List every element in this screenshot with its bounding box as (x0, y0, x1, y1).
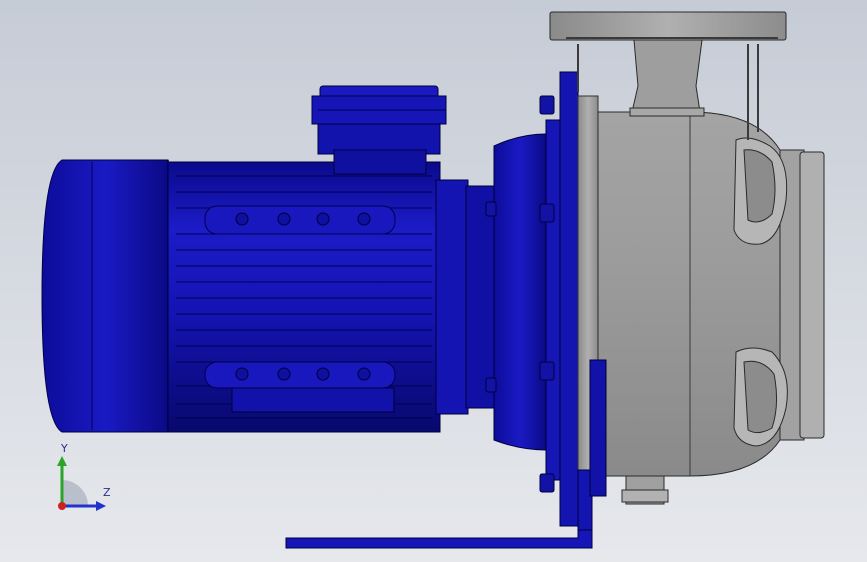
graphics-viewport[interactable]: Y Z (0, 0, 867, 562)
z-axis-label: Z (103, 486, 111, 499)
y-axis-head (57, 456, 67, 466)
x-axis-dot (58, 502, 66, 510)
motor-fan-cover[interactable] (41, 159, 169, 433)
motor-end-shield[interactable] (435, 71, 579, 527)
y-axis-label: Y (60, 442, 68, 455)
pump-assembly-model[interactable] (0, 0, 867, 562)
z-axis-head (96, 501, 106, 511)
coordinate-triad: Y Z (57, 442, 111, 511)
motor-housing[interactable] (167, 161, 441, 433)
terminal-box[interactable] (311, 85, 447, 175)
